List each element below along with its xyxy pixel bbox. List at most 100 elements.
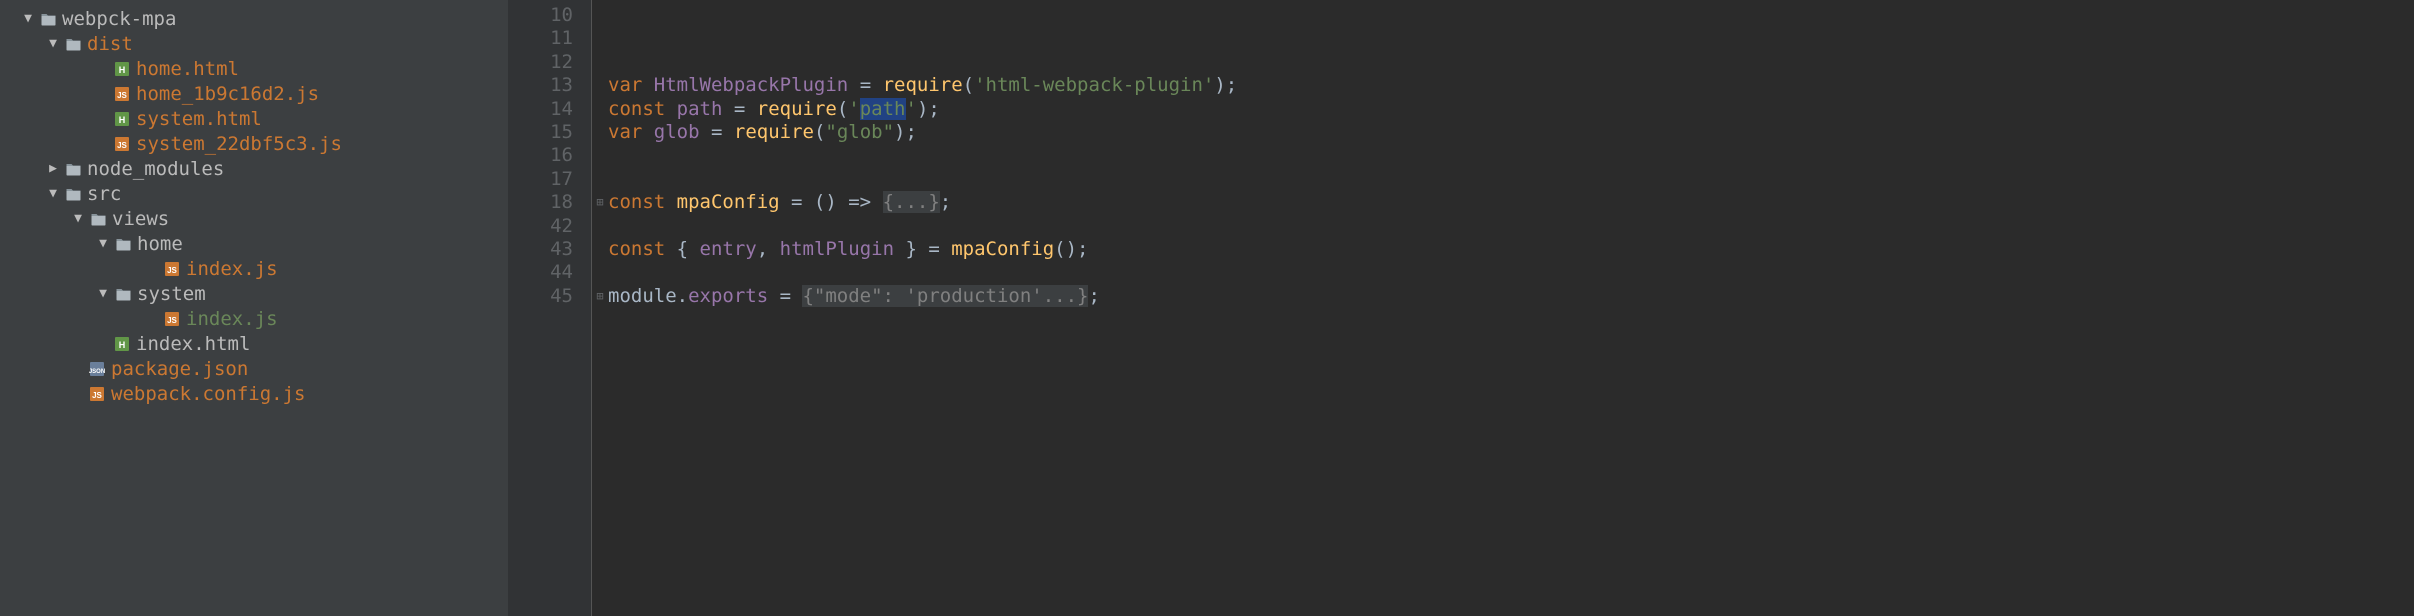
tree-item-system-22dbf5c3-js[interactable]: JSsystem_22dbf5c3.js: [0, 131, 508, 156]
folder-icon: [89, 211, 107, 227]
tree-item-webpck-mpa[interactable]: ▼webpck-mpa: [0, 6, 508, 31]
code-token: path: [860, 98, 906, 120]
folder-icon: [64, 186, 82, 202]
tree-item-label: index.js: [186, 308, 278, 330]
tree-item-home-1b9c16d2-js[interactable]: JS home_1b9c16d2.js: [0, 81, 508, 106]
code-token: ;: [940, 191, 951, 213]
fold-marker[interactable]: ⊞: [592, 285, 608, 308]
code-token: var: [608, 121, 642, 143]
code-token: ,: [757, 238, 780, 260]
tree-item-index-js[interactable]: JS index.js: [0, 306, 508, 331]
code-token: "glob": [825, 121, 894, 143]
tree-item-label: package.json: [111, 358, 248, 380]
code-token: module.: [608, 285, 688, 307]
code-token: ': [906, 98, 917, 120]
tree-item-label: home_1b9c16d2.js: [136, 83, 319, 105]
chevron-right-icon[interactable]: ▶: [45, 161, 61, 176]
tree-item-home-html[interactable]: Hhome.html: [0, 56, 508, 81]
code-token: = () =>: [780, 191, 883, 213]
code-line: [608, 144, 2414, 167]
code-token: require: [734, 121, 814, 143]
code-content[interactable]: var HtmlWebpackPlugin = require( 'html-we…: [608, 0, 2414, 616]
code-line: const { entry, htmlPlugin } = mpaConfig(…: [608, 238, 2414, 261]
chevron-down-icon[interactable]: ▼: [45, 186, 61, 201]
js-icon: JS: [163, 261, 181, 277]
tree-item-label: system.html: [136, 108, 262, 130]
html-icon: H: [113, 61, 131, 77]
tree-item-index-html[interactable]: Hindex.html: [0, 331, 508, 356]
tree-item-views[interactable]: ▼ views: [0, 206, 508, 231]
svg-text:H: H: [119, 65, 126, 75]
line-number[interactable]: 45: [508, 285, 573, 308]
js-icon: JS: [163, 311, 181, 327]
tree-item-dist[interactable]: ▼dist: [0, 31, 508, 56]
code-token: mpaConfig: [677, 191, 780, 213]
code-token: exports: [688, 285, 768, 307]
json-icon: JSON: [88, 361, 106, 377]
svg-text:H: H: [119, 115, 126, 125]
line-number[interactable]: 42: [508, 215, 573, 238]
code-token: var: [608, 74, 642, 96]
code-token: HtmlWebpackPlugin: [654, 74, 848, 96]
tree-item-label: webpack.config.js: [111, 383, 305, 405]
tree-item-label: home: [137, 233, 183, 255]
line-number[interactable]: 13: [508, 74, 573, 97]
tree-item-package-json[interactable]: JSON package.json: [0, 356, 508, 381]
line-number[interactable]: 16: [508, 144, 573, 167]
svg-text:JSON: JSON: [89, 369, 105, 375]
code-token: ': [848, 98, 859, 120]
js-icon: JS: [113, 86, 131, 102]
tree-item-system[interactable]: ▼system: [0, 281, 508, 306]
code-token: (: [814, 121, 825, 143]
tree-item-label: views: [112, 208, 169, 230]
line-number[interactable]: 15: [508, 121, 573, 144]
svg-text:H: H: [119, 340, 126, 350]
code-token: htmlPlugin: [780, 238, 894, 260]
line-number[interactable]: 12: [508, 51, 573, 74]
chevron-down-icon[interactable]: ▼: [95, 236, 111, 251]
code-token: entry: [700, 238, 757, 260]
fold-marker: [592, 238, 608, 261]
code-token: 'html-webpack-plugin': [974, 74, 1214, 96]
chevron-down-icon[interactable]: ▼: [45, 36, 61, 51]
code-token: const: [608, 98, 665, 120]
code-token: glob: [654, 121, 700, 143]
code-token: );: [917, 98, 940, 120]
fold-marker: [592, 121, 608, 144]
code-line: var glob = require("glob");: [608, 121, 2414, 144]
tree-item-label: src: [87, 183, 121, 205]
code-token: =: [700, 121, 734, 143]
tree-item-node-modules[interactable]: ▶ node_modules: [0, 156, 508, 181]
code-token: const: [608, 238, 665, 260]
tree-item-index-js[interactable]: JSindex.js: [0, 256, 508, 281]
tree-item-system-html[interactable]: Hsystem.html: [0, 106, 508, 131]
chevron-down-icon[interactable]: ▼: [70, 211, 86, 226]
line-number[interactable]: 17: [508, 168, 573, 191]
code-token: );: [894, 121, 917, 143]
fold-marker[interactable]: ⊞: [592, 191, 608, 214]
line-number[interactable]: 10: [508, 4, 573, 27]
code-token: [665, 98, 676, 120]
code-line: [608, 4, 2414, 27]
line-number[interactable]: 18: [508, 191, 573, 214]
svg-text:JS: JS: [92, 391, 102, 400]
js-icon: JS: [88, 386, 106, 402]
fold-column: ⊞⊞: [592, 0, 608, 616]
code-line: module.exports = {"mode": 'production'..…: [608, 285, 2414, 308]
line-number[interactable]: 14: [508, 98, 573, 121]
code-token: =: [848, 74, 882, 96]
code-token: ();: [1054, 238, 1088, 260]
line-number[interactable]: 43: [508, 238, 573, 261]
code-token: =: [722, 98, 756, 120]
folder-icon: [39, 11, 57, 27]
tree-item-home[interactable]: ▼ home: [0, 231, 508, 256]
chevron-down-icon[interactable]: ▼: [95, 286, 111, 301]
line-number[interactable]: 44: [508, 261, 573, 284]
fold-marker: [592, 168, 608, 191]
tree-item-label: node_modules: [87, 158, 224, 180]
chevron-down-icon[interactable]: ▼: [20, 11, 36, 26]
code-token: const: [608, 191, 665, 213]
tree-item-webpack-config-js[interactable]: JS webpack.config.js: [0, 381, 508, 406]
line-number[interactable]: 11: [508, 27, 573, 50]
tree-item-src[interactable]: ▼ src: [0, 181, 508, 206]
